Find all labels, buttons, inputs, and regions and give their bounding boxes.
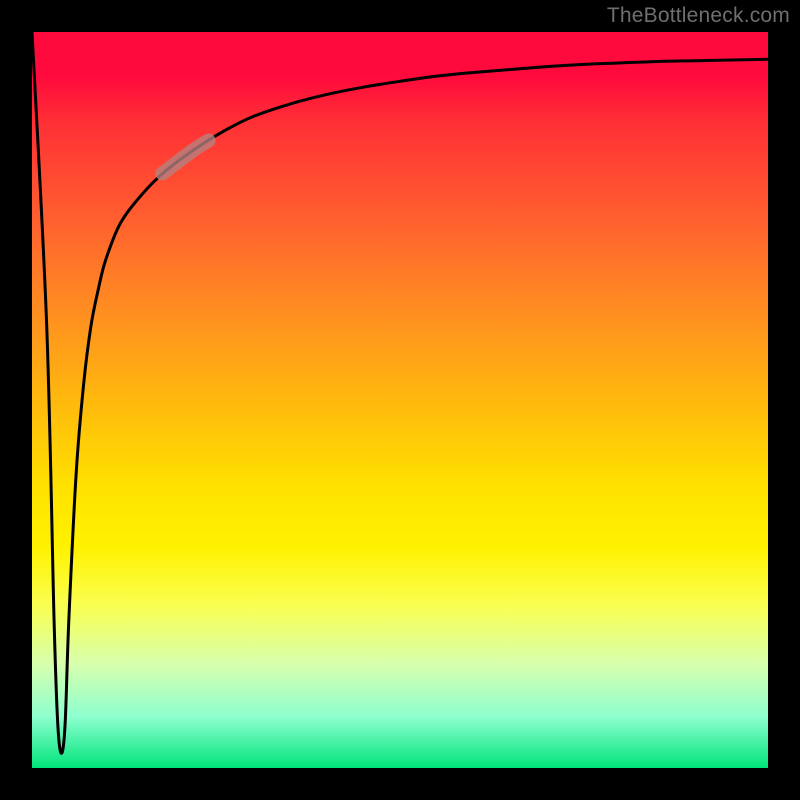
watermark-text: TheBottleneck.com — [607, 4, 790, 28]
plot-area — [32, 32, 768, 768]
chart-frame: TheBottleneck.com — [0, 0, 800, 800]
curve-highlight-segment — [162, 141, 208, 174]
bottleneck-curve — [32, 32, 768, 768]
